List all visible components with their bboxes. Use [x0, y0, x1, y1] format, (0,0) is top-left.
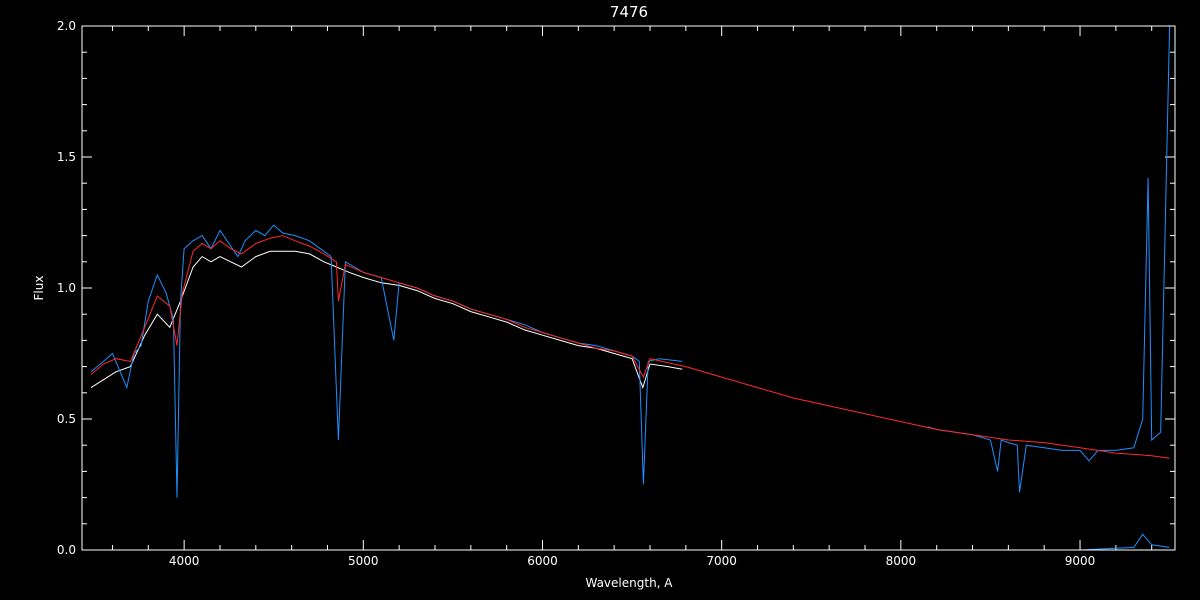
y-axis-label: Flux — [32, 276, 46, 301]
ticks-layer: 4000 5000 6000 7000 8000 9000 0.0 0.5 1.0 1.5 2.0 — [57, 19, 1175, 568]
x-tick-label: 4000 — [169, 554, 200, 568]
y-tick-label: 1.0 — [57, 281, 76, 295]
y-tick-label: 0.5 — [57, 412, 76, 426]
x-tick-label: 5000 — [348, 554, 379, 568]
y-tick-label: 0.0 — [57, 543, 76, 557]
chart-title: 7476 — [610, 3, 648, 21]
spectrum-chart: 7476 Wavelength, A Flux 4000 5000 6000 7000… — [32, 3, 1176, 590]
x-tick-label: 9000 — [1065, 554, 1096, 568]
series-line-1 — [90, 224, 683, 498]
y-tick-label: 1.5 — [57, 150, 76, 164]
series-line-4 — [91, 533, 1170, 551]
x-tick-label: 6000 — [527, 554, 558, 568]
x-tick-label: 7000 — [706, 554, 737, 568]
series-layer — [90, 25, 1171, 551]
series-line-2 — [927, 25, 1171, 493]
x-tick-label: 8000 — [886, 554, 917, 568]
series-line-3 — [90, 235, 1170, 459]
x-axis-label: Wavelength, A — [585, 576, 673, 590]
plot-frame — [81, 25, 1176, 551]
y-tick-label: 2.0 — [57, 19, 76, 33]
